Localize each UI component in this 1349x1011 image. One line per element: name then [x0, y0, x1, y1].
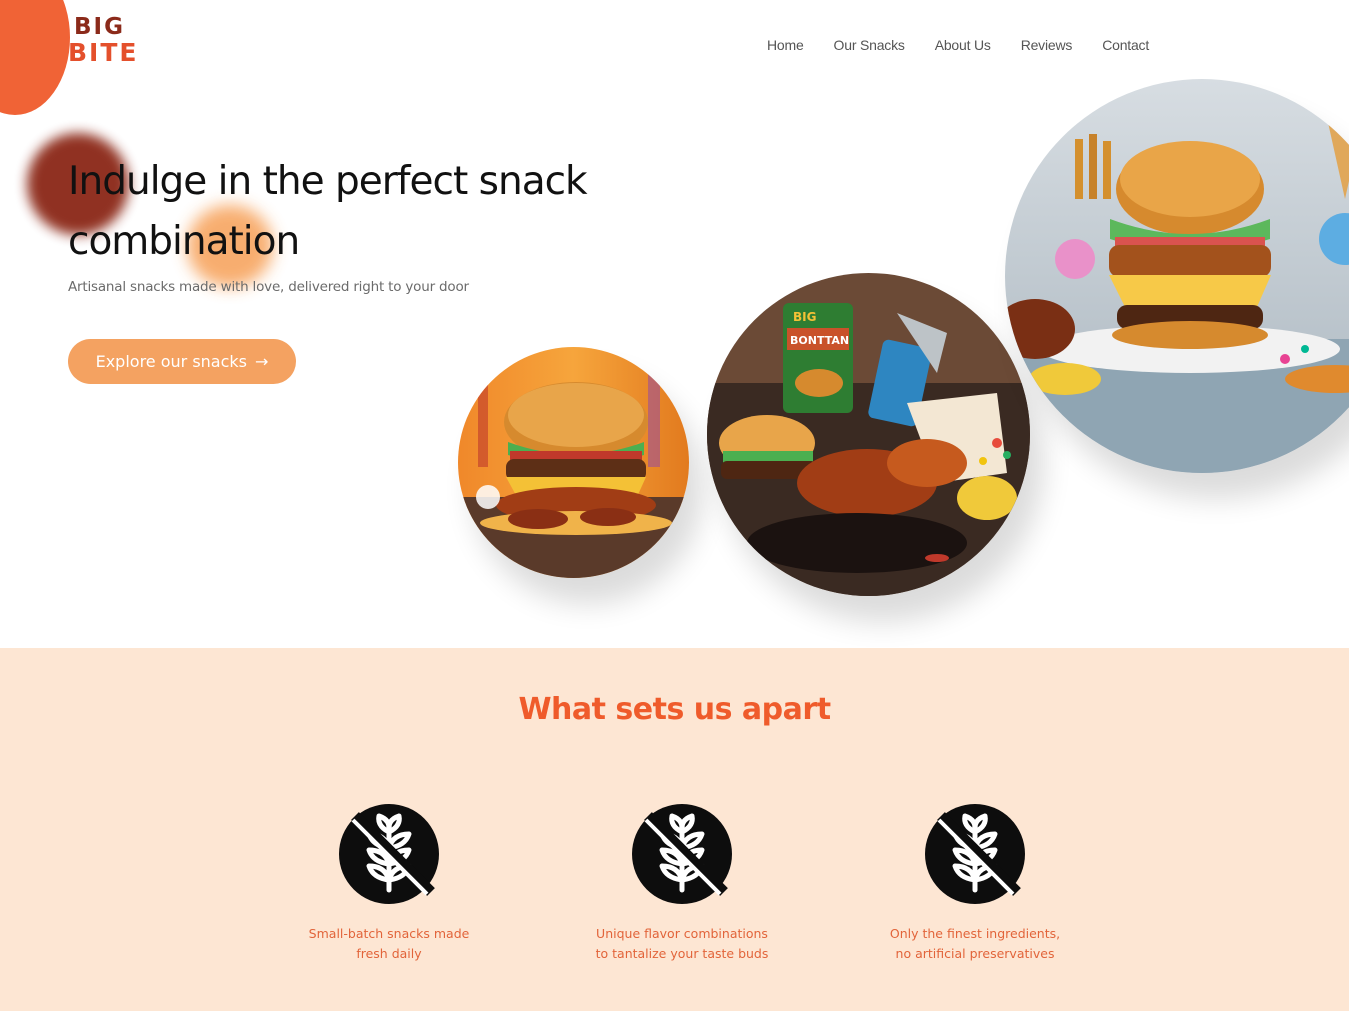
decorative-blob	[0, 0, 70, 115]
feature-card: Only the finest ingredients, no artifici…	[875, 804, 1075, 964]
logo-text-bottom: BITE	[68, 38, 139, 67]
burger-platter-photo	[1005, 79, 1349, 473]
brand-logo[interactable]: BIG BITE	[68, 14, 142, 72]
no-gluten-icon	[339, 804, 439, 904]
no-gluten-icon	[925, 804, 1025, 904]
explore-snacks-button[interactable]: Explore our snacks →	[68, 339, 296, 384]
nav-about-us[interactable]: About Us	[935, 37, 991, 53]
features-section: What sets us apart Small-batch snacks ma…	[0, 648, 1349, 1011]
arrow-right-icon: →	[255, 352, 269, 371]
nav-our-snacks[interactable]: Our Snacks	[834, 37, 905, 53]
nav-reviews[interactable]: Reviews	[1021, 37, 1073, 53]
hero-title: Indulge in the perfect snack combination	[68, 159, 588, 264]
feature-text: Only the finest ingredients, no artifici…	[889, 926, 1061, 961]
bag-label-small: BIG	[793, 310, 816, 324]
hero-subtitle: Artisanal snacks made with love, deliver…	[68, 279, 469, 295]
explore-snacks-label: Explore our snacks	[95, 352, 247, 371]
feature-text: Small-batch snacks made fresh daily	[308, 926, 470, 961]
nav-contact[interactable]: Contact	[1102, 37, 1149, 53]
feature-text: Unique flavor combinations to tantalize …	[595, 926, 769, 961]
bag-label-large: BONTTAN	[790, 334, 849, 347]
feature-card: Small-batch snacks made fresh daily	[289, 804, 489, 964]
main-nav: Home Our Snacks About Us Reviews Contact	[767, 37, 1149, 53]
no-gluten-icon	[632, 804, 732, 904]
features-title: What sets us apart	[518, 692, 831, 727]
page: BIG BITE Home Our Snacks About Us Review…	[0, 0, 1349, 1011]
logo-text-top: BIG	[74, 14, 125, 40]
burger-photo	[458, 347, 689, 578]
feature-card: Unique flavor combinations to tantalize …	[582, 804, 782, 964]
snack-spread-photo: BIG BONTTAN	[707, 273, 1030, 596]
nav-home[interactable]: Home	[767, 37, 804, 53]
